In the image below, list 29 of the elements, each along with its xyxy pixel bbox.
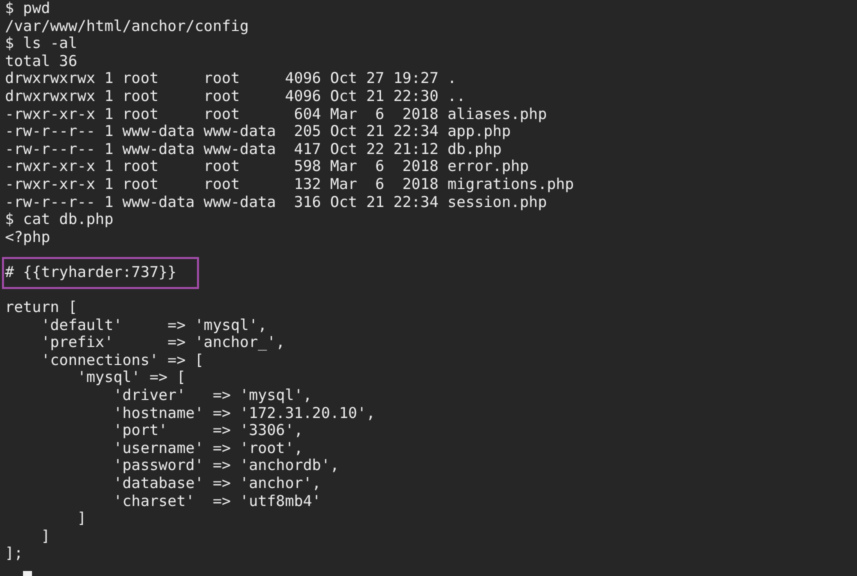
terminal-line: -rwxr-xr-x 1 root root 604 Mar 6 2018 aliases.php <box>5 106 547 124</box>
terminal-line: ] <box>40 528 50 546</box>
terminal-line: 'port' => '3306', <box>112 422 304 440</box>
terminal-line: <?php <box>5 228 50 246</box>
terminal-line: 'connections' => [ <box>40 352 204 370</box>
terminal-line: ]; <box>5 545 24 563</box>
terminal-line: -rwxr-xr-x 1 root root 598 Mar 6 2018 error.php <box>5 158 529 176</box>
terminal-line: drwxrwxrwx 1 root root 4096 Oct 21 22:30 .. <box>5 88 466 106</box>
terminal-line: $ ls -al <box>5 35 78 53</box>
terminal-line: 'mysql' => [ <box>76 369 186 388</box>
terminal-line: 'database' => 'anchor', <box>112 475 322 493</box>
terminal-line: drwxrwxrwx 1 root root 4096 Oct 27 19:27 . <box>5 70 457 88</box>
terminal-line: /var/www/html/anchor/config <box>5 18 249 36</box>
terminal-line: 'username' => 'root', <box>112 440 304 458</box>
terminal-line: total 36 <box>5 52 78 70</box>
terminal-line: 'prefix' => 'anchor_', <box>40 334 285 352</box>
terminal-line: ] <box>76 510 86 528</box>
terminal-line: 'charset' => 'utf8mb4' <box>112 492 322 510</box>
terminal-line: -rw-r--r-- 1 www-data www-data 205 Oct 21 22:34 app.php <box>5 123 511 141</box>
terminal-line: -rwxr-xr-x 1 root root 132 Mar 6 2018 migrations.php <box>5 176 574 194</box>
terminal-line: 'password' => 'anchordb', <box>112 457 340 476</box>
terminal-line: $ pwd <box>5 0 50 18</box>
terminal-line: -rw-r--r-- 1 www-data www-data 316 Oct 21 22:34 session.php <box>5 194 547 212</box>
terminal-line: 'default' => 'mysql', <box>40 316 267 334</box>
terminal-line: 'driver' => 'mysql', <box>112 387 312 405</box>
terminal-line: -rw-r--r-- 1 www-data www-data 417 Oct 22 21:12 db.php <box>5 140 502 158</box>
terminal-line: return [ <box>5 299 78 317</box>
terminal-line: 'hostname' => '172.31.20.10', <box>112 404 376 422</box>
terminal-line: $ cat db.php <box>5 211 114 229</box>
